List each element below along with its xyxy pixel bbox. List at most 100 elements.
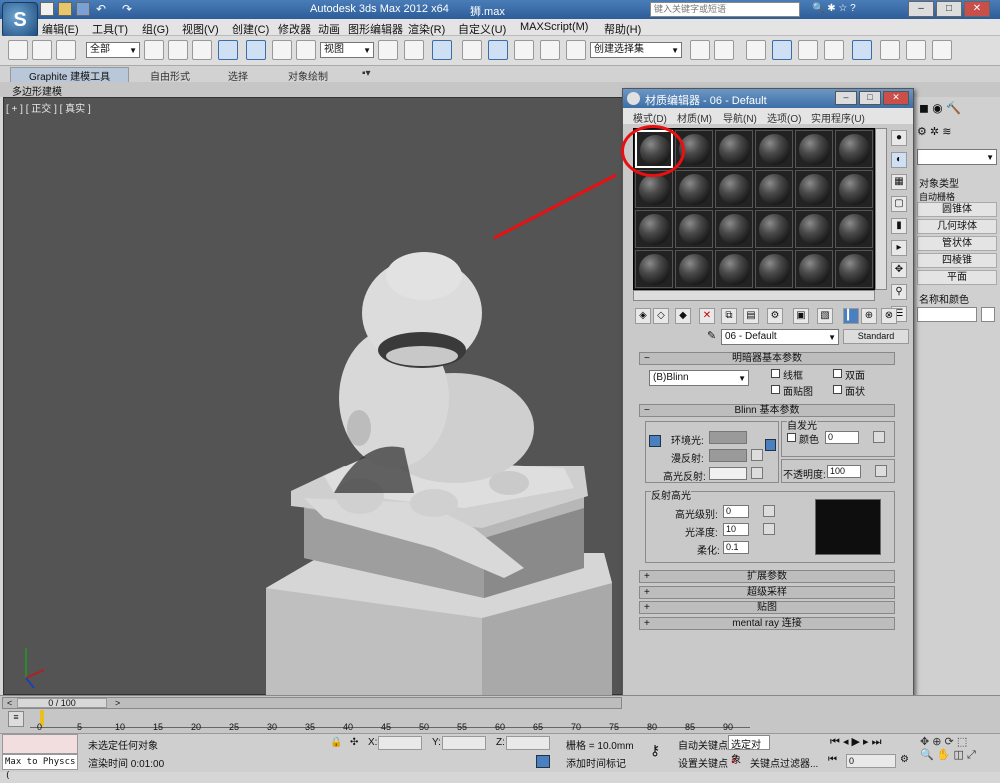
- bind-space-warp-icon[interactable]: [56, 40, 76, 60]
- select-by-material-icon[interactable]: ⚲: [891, 284, 907, 300]
- sample-slot-11[interactable]: [795, 170, 833, 208]
- material-name-field[interactable]: 06 - Default: [721, 329, 839, 345]
- mini-curve-editor-icon[interactable]: ≡: [8, 711, 24, 727]
- open-file-icon[interactable]: [58, 2, 72, 16]
- current-frame-field[interactable]: 0: [846, 754, 896, 768]
- sample-slot-24[interactable]: [835, 250, 873, 288]
- me-minimize-button[interactable]: –: [835, 91, 857, 105]
- redo-icon[interactable]: ↷: [122, 2, 136, 16]
- sample-slot-16[interactable]: [755, 210, 793, 248]
- me-menu-utilities[interactable]: 实用程序(U): [811, 110, 865, 125]
- close-button[interactable]: ✕: [964, 1, 990, 17]
- sample-slot-21[interactable]: [715, 250, 753, 288]
- pivot-center-icon[interactable]: [378, 40, 398, 60]
- faceted-checkbox[interactable]: [833, 385, 842, 394]
- sample-slot-8[interactable]: [675, 170, 713, 208]
- graphite-toggle-icon[interactable]: [772, 40, 792, 60]
- sample-slot-5[interactable]: [795, 130, 833, 168]
- schematic-view-icon[interactable]: [824, 40, 844, 60]
- select-manipulate-icon[interactable]: [404, 40, 424, 60]
- menu-view[interactable]: 视图(V): [182, 21, 219, 37]
- soften-spinner[interactable]: 0.1: [723, 541, 749, 554]
- undo-icon[interactable]: ↶: [96, 2, 110, 16]
- glossiness-spinner[interactable]: 10: [723, 523, 749, 536]
- lock-selection-icon[interactable]: 🔒: [330, 737, 342, 749]
- scale-icon[interactable]: [296, 40, 316, 60]
- tab-freeform[interactable]: 自由形式: [150, 68, 190, 83]
- key-filters-button[interactable]: 关键点过滤器...: [750, 755, 818, 770]
- edit-named-selection-icon[interactable]: [566, 40, 586, 60]
- material-editor-icon[interactable]: [852, 40, 872, 60]
- viewport-navigation-icons[interactable]: ✥ ⊕ ⟳ ⬚ 🔍 ✋ ◫ ⤢: [920, 735, 996, 769]
- me-menu-modes[interactable]: 模式(D): [633, 110, 667, 125]
- reset-map-icon[interactable]: ✕: [699, 308, 715, 324]
- me-menu-options[interactable]: 选项(O): [767, 110, 801, 125]
- maps-rollout[interactable]: + 贴图: [639, 601, 895, 614]
- spec-level-map-button[interactable]: [763, 505, 775, 517]
- me-close-button[interactable]: ✕: [883, 91, 909, 105]
- y-coordinate-field[interactable]: [442, 736, 486, 750]
- make-preview-icon[interactable]: ▸: [891, 240, 907, 256]
- time-slider-next[interactable]: >: [115, 698, 120, 708]
- two-sided-checkbox[interactable]: [833, 369, 842, 378]
- assign-to-selection-icon[interactable]: ◆: [675, 308, 691, 324]
- align-icon[interactable]: [714, 40, 734, 60]
- selection-filter-dropdown[interactable]: 全部: [86, 42, 140, 58]
- make-unique-icon[interactable]: ⧉: [721, 308, 737, 324]
- auto-key-button[interactable]: 自动关键点: [678, 737, 728, 752]
- sample-slot-19[interactable]: [635, 250, 673, 288]
- menu-maxscript[interactable]: MAXScript(M): [520, 21, 588, 33]
- rotate-icon[interactable]: [272, 40, 292, 60]
- specular-map-button[interactable]: [751, 467, 763, 479]
- maximize-button[interactable]: □: [936, 1, 962, 17]
- me-menu-navigation[interactable]: 导航(N): [723, 110, 757, 125]
- go-to-parent-icon[interactable]: ▎: [843, 308, 859, 324]
- set-key-button[interactable]: 设置关键点: [678, 755, 728, 770]
- app-logo-icon[interactable]: S: [2, 2, 38, 38]
- add-time-tag[interactable]: 添加时间标记: [566, 755, 626, 770]
- sample-slot-18[interactable]: [835, 210, 873, 248]
- move-icon[interactable]: [246, 40, 266, 60]
- create-category-icons[interactable]: ⚙ ✲ ≋: [917, 125, 997, 141]
- menu-tools[interactable]: 工具(T): [92, 21, 128, 37]
- absolute-mode-icon[interactable]: ✣: [350, 737, 362, 749]
- minimize-button[interactable]: –: [908, 1, 934, 17]
- pyramid-button[interactable]: 四棱锥: [917, 253, 997, 268]
- curve-editor-icon[interactable]: [798, 40, 818, 60]
- z-coordinate-field[interactable]: [506, 736, 550, 750]
- time-tag-icon[interactable]: [536, 755, 550, 768]
- command-panel-tabs[interactable]: ◼ ◉ 🔨: [919, 101, 997, 117]
- lock-diffuse-specular-icon[interactable]: [765, 439, 776, 451]
- mirror-icon[interactable]: [690, 40, 710, 60]
- put-to-library-icon[interactable]: ▤: [743, 308, 759, 324]
- show-map-icon[interactable]: ▣: [793, 308, 809, 324]
- select-object-icon[interactable]: [144, 40, 164, 60]
- menu-animation[interactable]: 动画: [318, 21, 340, 37]
- material-type-button[interactable]: Standard: [843, 329, 909, 344]
- key-mode-dropdown[interactable]: 选定对象: [728, 735, 770, 766]
- menu-modifiers[interactable]: 修改器: [278, 21, 311, 37]
- sample-slot-13[interactable]: [635, 210, 673, 248]
- polygon-modeling-label[interactable]: 多边形建模: [12, 83, 62, 98]
- snaps-toggle-icon[interactable]: [462, 40, 482, 60]
- x-coordinate-field[interactable]: [378, 736, 422, 750]
- sample-slot-15[interactable]: [715, 210, 753, 248]
- unlink-icon[interactable]: [32, 40, 52, 60]
- maxscript-listener-pink[interactable]: [2, 734, 78, 754]
- pick-from-object-icon[interactable]: ⊗: [881, 308, 897, 324]
- background-icon[interactable]: ▦: [891, 174, 907, 190]
- ribbon-options-icon[interactable]: ▪▾: [362, 68, 371, 79]
- sample-slot-14[interactable]: [675, 210, 713, 248]
- object-name-field[interactable]: [917, 307, 977, 322]
- menu-edit[interactable]: 编辑(E): [42, 21, 79, 37]
- wire-checkbox[interactable]: [771, 369, 780, 378]
- tab-object-paint[interactable]: 对象绘制: [288, 68, 328, 83]
- time-slider[interactable]: < 0 / 100 >: [2, 697, 622, 709]
- menu-customize[interactable]: 自定义(U): [458, 21, 506, 37]
- link-icon[interactable]: [8, 40, 28, 60]
- key-mode-toggle-icon[interactable]: ⏮: [828, 754, 842, 768]
- new-file-icon[interactable]: [40, 2, 54, 16]
- save-file-icon[interactable]: [76, 2, 90, 16]
- self-illum-color-checkbox[interactable]: [787, 433, 796, 442]
- opacity-map-button[interactable]: [875, 465, 887, 477]
